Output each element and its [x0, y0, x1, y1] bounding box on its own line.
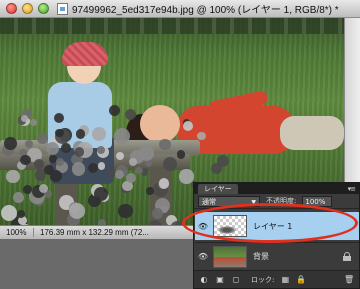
layer-row-background[interactable]: 👁 背景 [195, 242, 359, 270]
brush-dot [162, 157, 177, 172]
minimize-icon[interactable] [22, 3, 33, 14]
chevron-down-icon: ▼ [251, 198, 256, 206]
brush-dot [30, 118, 38, 126]
opacity-label: 不透明度: [266, 197, 297, 205]
brush-dot [20, 154, 31, 166]
layer-mask-icon[interactable]: ◻ [231, 275, 241, 285]
brush-dot [125, 108, 137, 121]
window-controls [6, 3, 49, 14]
brush-dot [108, 104, 121, 116]
layers-panel: レイヤー ▾≡ 通常 ▼ 不透明度: 100% 👁 レイヤー 1 👁 背景 ◐ … [193, 182, 360, 289]
layer-row-layer1[interactable]: 👁 レイヤー 1 [195, 212, 359, 240]
brush-dot [116, 151, 125, 160]
status-bar: 100% 176.39 mm x 132.29 mm (72... [0, 225, 200, 239]
lock-label: ロック: [251, 275, 275, 284]
brush-dot [0, 204, 17, 221]
new-layer-icon[interactable]: ▣ [215, 275, 225, 285]
brush-dot [23, 185, 32, 194]
brush-dot [135, 166, 143, 175]
brush-dot [138, 145, 155, 161]
brush-dot [4, 137, 17, 150]
trash-icon[interactable]: 🗑 [344, 275, 354, 285]
new-fill-layer-icon[interactable]: ◐ [199, 275, 209, 285]
brush-dot [16, 209, 25, 218]
layer-options: 通常 ▼ 不透明度: 100% [194, 194, 359, 209]
layer-name: 背景 [253, 252, 269, 261]
brush-dot [75, 147, 85, 157]
layer-thumbnail [213, 245, 247, 268]
brush-dot [92, 126, 107, 141]
brush-dot [151, 208, 163, 219]
brush-dot [71, 162, 86, 176]
brush-dot [114, 128, 131, 145]
lock-all-icon[interactable]: 🔒 [296, 275, 306, 285]
zoom-level[interactable]: 100% [0, 228, 34, 237]
brush-dot [179, 169, 194, 184]
panel-footer: ◐ ▣ ◻ ロック: ▦ 🔒 🗑 [194, 270, 359, 288]
brush-dot [49, 169, 63, 183]
brush-dot [69, 203, 86, 220]
brush-dot [24, 139, 33, 148]
eye-icon[interactable]: 👁 [197, 222, 209, 231]
brush-dot [211, 163, 222, 174]
brush-dot [118, 203, 133, 219]
document-info[interactable]: 176.39 mm x 132.29 mm (72... [34, 228, 184, 237]
tab-layers[interactable]: レイヤー [198, 183, 238, 194]
layer-name: レイヤー 1 [253, 221, 293, 231]
blend-mode-value: 通常 [202, 197, 216, 206]
brush-dot [197, 131, 206, 140]
brush-dot [88, 162, 99, 173]
eye-icon[interactable]: 👁 [197, 252, 209, 261]
brush-dot [129, 157, 138, 166]
brush-dot [182, 120, 194, 132]
brush-dot [97, 162, 106, 170]
workspace-background [0, 239, 200, 289]
layer-thumbnail [213, 215, 247, 237]
brush-dot [55, 158, 64, 167]
brush-dot [94, 187, 109, 201]
brush-dot [55, 128, 64, 138]
brush-dot [146, 187, 154, 195]
panel-tab-bar: レイヤー ▾≡ [194, 183, 359, 194]
lock-transparency-icon[interactable]: ▦ [280, 275, 290, 285]
window-titlebar[interactable]: 97499962_5ed317e94b.jpg @ 100% (レイヤー 1, … [0, 0, 360, 18]
document-icon [57, 2, 68, 15]
panel-menu-icon[interactable]: ▾≡ [348, 185, 356, 193]
brush-dot [34, 159, 45, 170]
brush-dot [176, 150, 186, 160]
window-title: 97499962_5ed317e94b.jpg @ 100% (レイヤー 1, … [72, 5, 339, 16]
opacity-field[interactable]: 100% [302, 195, 333, 207]
lock-icon [343, 252, 351, 261]
brush-dot [6, 169, 20, 183]
blend-mode-select[interactable]: 通常 ▼ [198, 195, 260, 207]
brush-dot [126, 172, 137, 184]
brush-dot [45, 141, 60, 156]
brush-dot [53, 113, 64, 124]
brush-dot [159, 138, 171, 151]
brush-dot [75, 129, 85, 139]
brush-dot [60, 142, 71, 153]
brush-dot [20, 114, 28, 123]
close-icon[interactable] [6, 3, 17, 14]
brush-dot [13, 192, 25, 204]
brush-dot [114, 170, 124, 180]
zoom-icon[interactable] [38, 3, 49, 14]
brush-dot [145, 160, 153, 168]
